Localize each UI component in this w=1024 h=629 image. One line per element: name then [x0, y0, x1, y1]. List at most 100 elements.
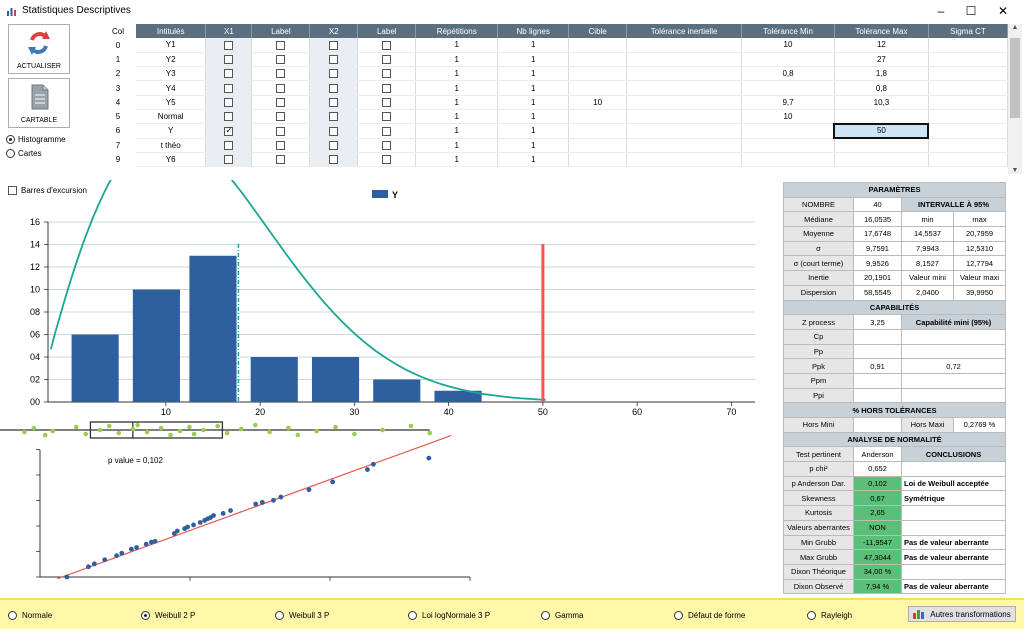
- col-header-sigma-ct[interactable]: Sigma CT: [928, 24, 1008, 38]
- checkbox-x1[interactable]: [224, 112, 234, 122]
- radio-indicator[interactable]: [8, 611, 17, 620]
- cell-tolerance-max[interactable]: 0,8: [834, 80, 929, 96]
- other-transformations-button[interactable]: Autres transformations: [908, 606, 1016, 622]
- checkbox-l1[interactable]: [276, 83, 286, 93]
- cell-nb-lignes[interactable]: 1: [497, 66, 570, 82]
- cell-nb-lignes[interactable]: 1: [497, 152, 570, 168]
- checkbox-x2[interactable]: [329, 126, 339, 136]
- cell-tolerance-max[interactable]: 12: [834, 38, 929, 53]
- cell-tolerance-inertielle[interactable]: [626, 95, 743, 110]
- col-header-x1[interactable]: X1: [205, 24, 253, 38]
- col-header-x2[interactable]: X2: [309, 24, 359, 38]
- cell-sigma-ct[interactable]: [928, 138, 1008, 153]
- cell-label1[interactable]: [251, 95, 311, 110]
- cell-tolerance-max[interactable]: 27: [834, 52, 929, 68]
- cell-repetitions[interactable]: 1: [415, 38, 499, 53]
- checkbox-l2[interactable]: [382, 112, 392, 122]
- cell-nb-lignes[interactable]: 1: [497, 52, 570, 68]
- maximize-button[interactable]: ☐: [956, 2, 986, 20]
- cell-tolerance-inertielle[interactable]: [626, 80, 743, 96]
- cell-tolerance-inertielle[interactable]: [626, 109, 743, 125]
- cell-tolerance-inertielle[interactable]: [626, 138, 743, 153]
- cell-tolerance-min[interactable]: [741, 52, 835, 68]
- cell-label2[interactable]: [357, 66, 417, 82]
- cell-repetitions[interactable]: 1: [415, 109, 499, 125]
- cell-x2[interactable]: [309, 52, 359, 68]
- scroll-up-icon[interactable]: ▲: [1008, 24, 1022, 31]
- checkbox-x1[interactable]: [224, 55, 234, 65]
- radio-indicator[interactable]: [541, 611, 550, 620]
- checkbox-l1[interactable]: [276, 155, 286, 165]
- cell-intitule[interactable]: Y6: [135, 152, 207, 168]
- checkbox-l2[interactable]: [382, 40, 392, 50]
- cell-tolerance-inertielle[interactable]: [626, 152, 743, 168]
- checkbox-l2[interactable]: [382, 155, 392, 165]
- distribution-option[interactable]: Gamma: [541, 611, 583, 620]
- cell-label2[interactable]: [357, 152, 417, 168]
- distribution-option[interactable]: Weibull 2 P: [141, 611, 195, 620]
- distribution-option[interactable]: Normale: [8, 611, 52, 620]
- cell-tolerance-min[interactable]: [741, 80, 835, 96]
- checkbox-x1[interactable]: [224, 98, 234, 108]
- cell-sigma-ct[interactable]: [928, 95, 1008, 110]
- cell-tolerance-inertielle[interactable]: [626, 38, 743, 53]
- checkbox-l2[interactable]: [382, 83, 392, 93]
- cell-label1[interactable]: [251, 66, 311, 82]
- checkbox-x2[interactable]: [329, 40, 339, 50]
- radio-cartes[interactable]: Cartes: [6, 149, 42, 158]
- checkbox-x1[interactable]: [224, 69, 234, 79]
- grid-row[interactable]: 4 Y5 1 1 10 9,7 10,3: [100, 95, 1008, 110]
- checkbox-l2[interactable]: [382, 69, 392, 79]
- row-index[interactable]: 4: [100, 95, 136, 109]
- checkbox-x2[interactable]: [329, 55, 339, 65]
- cell-label2[interactable]: [357, 109, 417, 125]
- cell-x1[interactable]: [205, 38, 253, 53]
- row-index[interactable]: 7: [100, 138, 136, 152]
- row-index[interactable]: 2: [100, 67, 136, 81]
- row-index[interactable]: 0: [100, 38, 136, 52]
- checkbox-l2[interactable]: [382, 55, 392, 65]
- row-index[interactable]: 9: [100, 152, 136, 166]
- cell-label1[interactable]: [251, 152, 311, 168]
- cell-label2[interactable]: [357, 80, 417, 96]
- cell-cible[interactable]: [568, 66, 628, 82]
- cell-x2[interactable]: [309, 80, 359, 96]
- cell-x2[interactable]: [309, 123, 359, 139]
- refresh-button[interactable]: ACTUALISER: [8, 24, 70, 74]
- cell-cible[interactable]: [568, 109, 628, 125]
- radio-indicator[interactable]: [275, 611, 284, 620]
- checkbox-x1[interactable]: [224, 155, 234, 165]
- cell-cible[interactable]: [568, 152, 628, 168]
- checkbox-x2[interactable]: [329, 112, 339, 122]
- row-index[interactable]: 6: [100, 124, 136, 138]
- cell-intitule[interactable]: Y4: [135, 80, 207, 96]
- row-index[interactable]: 1: [100, 52, 136, 66]
- cell-sigma-ct[interactable]: [928, 152, 1008, 168]
- radio-indicator[interactable]: [807, 611, 816, 620]
- cell-label1[interactable]: [251, 80, 311, 96]
- radio-indicator[interactable]: [674, 611, 683, 620]
- cell-label2[interactable]: [357, 123, 417, 139]
- checkbox-l2[interactable]: [382, 98, 392, 108]
- cell-cible[interactable]: [568, 38, 628, 53]
- cell-cible[interactable]: 10: [568, 95, 628, 110]
- scroll-thumb[interactable]: [1010, 38, 1020, 118]
- radio-indicator[interactable]: [6, 149, 15, 158]
- checkbox-l2[interactable]: [382, 140, 392, 150]
- cell-x2[interactable]: [309, 152, 359, 168]
- cell-intitule[interactable]: Y5: [135, 95, 207, 110]
- cell-label1[interactable]: [251, 123, 311, 139]
- col-header-label1[interactable]: Label: [251, 24, 311, 38]
- checkbox-x1[interactable]: [224, 83, 234, 93]
- cell-intitule[interactable]: Y: [135, 123, 207, 139]
- grid-row[interactable]: 3 Y4 1 1 0,8: [100, 80, 1008, 96]
- checkbox-x1[interactable]: [224, 140, 234, 150]
- cell-label2[interactable]: [357, 38, 417, 53]
- cell-nb-lignes[interactable]: 1: [497, 38, 570, 53]
- checkbox-l1[interactable]: [276, 140, 286, 150]
- cell-tolerance-inertielle[interactable]: [626, 123, 743, 139]
- cell-x1[interactable]: [205, 95, 253, 110]
- row-index[interactable]: 5: [100, 109, 136, 123]
- cell-repetitions[interactable]: 1: [415, 152, 499, 168]
- cell-x2[interactable]: [309, 109, 359, 125]
